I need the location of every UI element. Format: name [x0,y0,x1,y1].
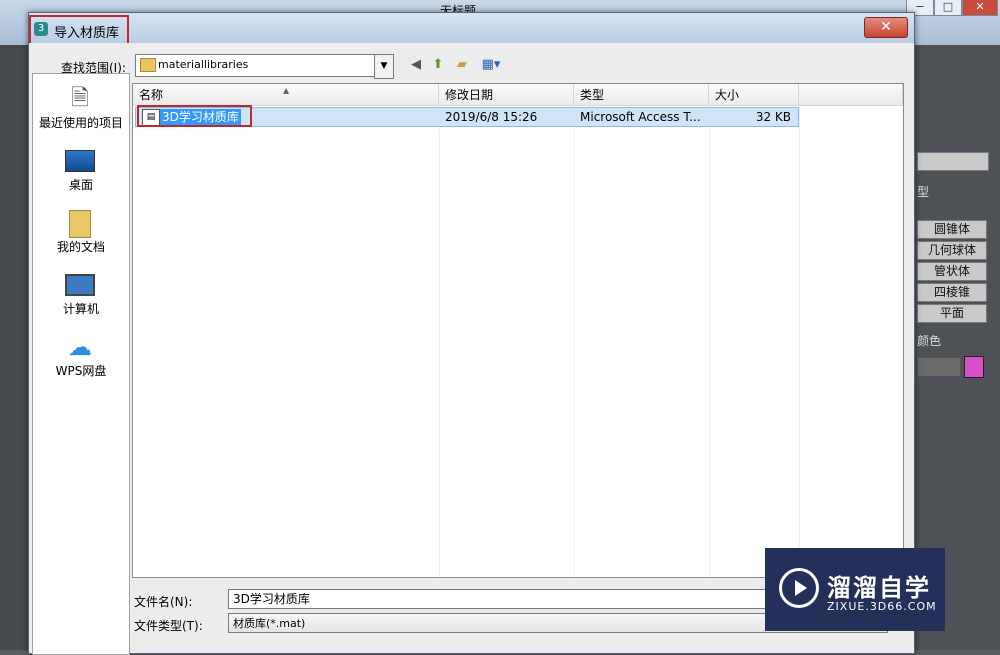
tube-button[interactable]: 管状体 [917,262,987,281]
look-in-value: materiallibraries [158,58,249,71]
file-modified: 2019/6/8 15:26 [445,110,538,124]
column-header-name[interactable]: 名称 ▲ [133,84,439,106]
up-folder-icon[interactable]: ⬆ [429,56,447,74]
cloud-icon: ☁ [68,333,92,361]
color-section-label: 颜色 [917,334,942,348]
color-swatch[interactable] [964,356,984,378]
bg-dropdown[interactable] [917,152,989,171]
column-header-modified[interactable]: 修改日期 [439,84,574,106]
filetype-label: 文件类型(T): [134,619,203,633]
column-header-size[interactable]: 大小 [709,84,799,106]
cone-button[interactable]: 圆锥体 [917,220,987,239]
watermark-subtitle: ZIXUE.3D66.COM [827,600,937,613]
computer-icon [65,272,95,298]
place-label: 计算机 [62,302,99,316]
bg-maximize-button[interactable]: □ [934,0,962,16]
column-divider [709,106,710,577]
file-type: Microsoft Access T... [580,110,701,124]
play-icon [779,568,819,608]
dialog-title: 导入材质库 [54,26,120,41]
object-name-field[interactable] [917,357,961,377]
place-label: 桌面 [68,178,93,192]
place-label: 最近使用的项目 [38,116,123,130]
column-divider [439,106,440,577]
dialog-titlebar: 3 导入材质库 ✕ [29,13,914,45]
background-left-panel [0,45,28,650]
bg-close-button[interactable]: ✕ [962,0,998,16]
place-computer[interactable]: 计算机 [33,268,129,328]
panel-section-label: 型 [917,185,930,199]
column-header-empty [799,84,903,106]
new-folder-icon[interactable]: ▰ [453,56,471,74]
column-divider [574,106,575,577]
file-size: 32 KB [755,110,791,124]
chevron-down-icon[interactable]: ▼ [374,54,394,79]
view-menu-icon[interactable]: ▦▾ [479,56,503,74]
desktop-icon [65,148,95,174]
look-in-combobox[interactable]: materiallibraries [135,54,394,77]
place-recent[interactable]: 🗎 最近使用的项目 [33,82,129,142]
my-documents-icon [65,210,95,238]
watermark-title: 溜溜自学 [827,574,931,602]
plane-button[interactable]: 平面 [917,304,987,323]
watermark-logo: 溜溜自学 ZIXUE.3D66.COM [765,548,945,631]
place-desktop[interactable]: 桌面 [33,144,129,204]
pyramid-button[interactable]: 四棱锥 [917,283,987,302]
places-bar: 🗎 最近使用的项目 桌面 我的文档 计算机 ☁ WPS网盘 [32,73,130,655]
filename-label: 文件名(N): [134,595,193,609]
app-icon: 3 [34,22,48,36]
sort-arrow-icon: ▲ [283,86,290,95]
recent-items-icon: 🗎 [71,86,89,111]
place-label: WPS网盘 [55,364,107,378]
column-divider [799,106,800,577]
place-wps-cloud[interactable]: ☁ WPS网盘 [33,330,129,390]
place-documents[interactable]: 我的文档 [33,206,129,266]
geosphere-button[interactable]: 几何球体 [917,241,987,260]
close-button[interactable]: ✕ [864,17,908,38]
file-highlight-box [137,105,252,127]
column-header-type[interactable]: 类型 [574,84,709,106]
place-label: 我的文档 [56,240,105,254]
folder-icon [140,58,156,72]
back-icon[interactable]: ◀ [407,56,425,74]
file-list[interactable]: 名称 ▲ 修改日期 类型 大小 ▤ 3D学习材质库 2019/6/8 15:26 … [132,83,904,578]
